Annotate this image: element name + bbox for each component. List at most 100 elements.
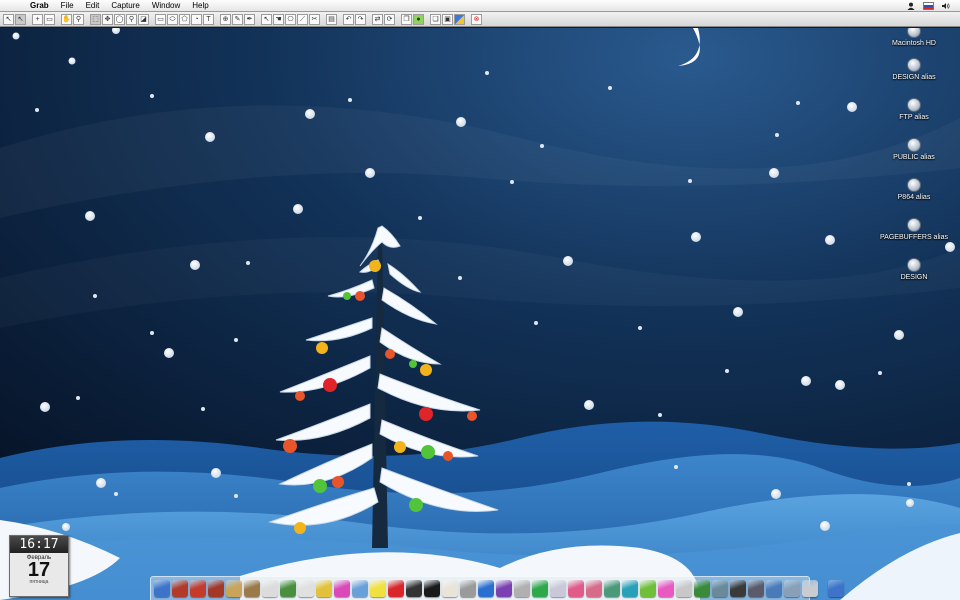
polygon-tool-icon[interactable]: ⬠	[179, 13, 190, 25]
ellipse-tool-icon[interactable]: ⬭	[167, 13, 178, 25]
desktop-icon-p864-alias[interactable]: P864 alias	[876, 178, 952, 201]
calendar-day: 17	[27, 559, 51, 581]
crosshair-tool-icon[interactable]: +	[32, 13, 43, 25]
app-icon[interactable]	[730, 580, 746, 597]
desktop-icon-design-alias[interactable]: DESIGN alias	[876, 58, 952, 81]
input-menu-flag-icon[interactable]	[923, 1, 934, 10]
dock	[150, 576, 844, 600]
desktop: Macintosh HD DESIGN alias FTP alias PUBL…	[0, 28, 960, 600]
tree-icon[interactable]	[298, 580, 314, 597]
app-icon[interactable]	[586, 580, 602, 597]
monitor-icon[interactable]	[424, 580, 440, 597]
app-icon[interactable]	[334, 580, 350, 597]
app-icon[interactable]	[604, 580, 620, 597]
app-icon[interactable]	[802, 580, 818, 597]
magnify-tool-icon[interactable]: ⚲	[126, 13, 137, 25]
menu-app-grab[interactable]: Grab	[24, 0, 55, 11]
desktop-icon-design[interactable]: DESIGN	[876, 258, 952, 281]
clock-widget[interactable]: 16:17 Февраль 17 пятница	[9, 535, 69, 597]
menu-file[interactable]: File	[55, 0, 80, 11]
pointer-tool-icon[interactable]: ↖	[261, 13, 272, 25]
app-icon[interactable]	[766, 580, 782, 597]
calculator-icon[interactable]	[460, 580, 476, 597]
wallpaper	[0, 28, 960, 600]
desktop-icon-ftp-alias[interactable]: FTP alias	[876, 98, 952, 121]
book-icon[interactable]	[226, 580, 242, 597]
menu-capture[interactable]: Capture	[105, 0, 145, 11]
app-icon[interactable]	[280, 580, 296, 597]
app-icon[interactable]	[550, 580, 566, 597]
app-icon[interactable]	[388, 580, 404, 597]
desktop-icon-pagebuffers-alias[interactable]: PAGEBUFFERS alias	[876, 218, 952, 241]
app-icon[interactable]	[496, 580, 512, 597]
palette-tool-icon[interactable]	[454, 13, 465, 25]
app-icon[interactable]	[514, 580, 530, 597]
copy-tool-icon[interactable]: ❏	[430, 13, 441, 25]
finder-icon[interactable]	[154, 580, 170, 597]
itunes-icon[interactable]	[262, 580, 278, 597]
terminal-icon[interactable]	[406, 580, 422, 597]
grab-hand-icon[interactable]: ☚	[273, 13, 284, 25]
app-icon[interactable]	[172, 580, 188, 597]
app-icon[interactable]	[316, 580, 332, 597]
target-tool-icon[interactable]: ⊕	[220, 13, 231, 25]
rectangle-tool-icon[interactable]: ▭	[155, 13, 166, 25]
server-disk-icon	[907, 178, 921, 192]
text-tool-icon[interactable]: T	[203, 13, 214, 25]
app-icon[interactable]	[370, 580, 386, 597]
hand-tool-icon[interactable]: ✋	[61, 13, 72, 25]
trash-tool-icon[interactable]: ▤	[326, 13, 337, 25]
undo-icon[interactable]: ↶	[343, 13, 354, 25]
app-icon[interactable]	[640, 580, 656, 597]
volume-icon[interactable]	[942, 2, 950, 10]
lasso-tool-icon[interactable]: ◯	[114, 13, 125, 25]
app-icon[interactable]	[532, 580, 548, 597]
desktop-icon-public-alias[interactable]: PUBLIC alias	[876, 138, 952, 161]
app-icon[interactable]	[442, 580, 458, 597]
window-tool-icon[interactable]: ▭	[44, 13, 55, 25]
menu-window[interactable]: Window	[146, 0, 186, 11]
select-tool-icon[interactable]: ↖	[15, 13, 26, 25]
move-tool-icon[interactable]: ✥	[102, 13, 113, 25]
color-tool-icon[interactable]: ●	[413, 13, 424, 25]
line-tool-icon[interactable]: ⟋	[297, 13, 308, 25]
app-icon[interactable]	[190, 580, 206, 597]
menu-help[interactable]: Help	[186, 0, 214, 11]
layers-tool-icon[interactable]: ❐	[401, 13, 412, 25]
app-icon[interactable]	[568, 580, 584, 597]
calendar-weekday: пятница	[29, 579, 49, 585]
zoom-tool-icon[interactable]: ⚲	[73, 13, 84, 25]
rotate-tool-icon[interactable]: ⟳	[384, 13, 395, 25]
app-icon[interactable]	[208, 580, 224, 597]
pencil-tool-icon[interactable]: ✎	[232, 13, 243, 25]
desktop-icon-macintosh-hd[interactable]: Macintosh HD	[876, 28, 952, 47]
app-icon[interactable]	[712, 580, 728, 597]
stamp-tool-icon[interactable]: ⎔	[285, 13, 296, 25]
app-icon[interactable]	[784, 580, 800, 597]
app-icon[interactable]	[352, 580, 368, 597]
image-tool-icon[interactable]: ▣	[442, 13, 453, 25]
picker-tool-icon[interactable]: ◪	[138, 13, 149, 25]
scissors-tool-icon[interactable]: ✂	[309, 13, 320, 25]
app-icon[interactable]	[622, 580, 638, 597]
flip-tool-icon[interactable]: ⇄	[372, 13, 383, 25]
app-icon[interactable]	[694, 580, 710, 597]
stop-icon[interactable]: ⊗	[471, 13, 482, 25]
server-disk-icon	[907, 58, 921, 72]
timer-tool-icon[interactable]: ◔	[191, 13, 202, 25]
user-icon[interactable]	[907, 2, 915, 10]
app-icon[interactable]	[676, 580, 692, 597]
app-icon[interactable]	[748, 580, 764, 597]
arrow-tool-icon[interactable]: ↖	[3, 13, 14, 25]
word-icon[interactable]	[478, 580, 494, 597]
folder-icon[interactable]	[244, 580, 260, 597]
hard-disk-icon	[907, 28, 921, 38]
marquee-tool-icon[interactable]: ⬚	[90, 13, 101, 25]
trash-icon[interactable]	[828, 580, 844, 597]
clock-time: 16:17	[10, 536, 68, 553]
app-icon[interactable]	[658, 580, 674, 597]
pen-tool-icon[interactable]: ✒	[244, 13, 255, 25]
menu-edit[interactable]: Edit	[80, 0, 106, 11]
redo-icon[interactable]: ↷	[355, 13, 366, 25]
server-disk-icon	[907, 258, 921, 272]
